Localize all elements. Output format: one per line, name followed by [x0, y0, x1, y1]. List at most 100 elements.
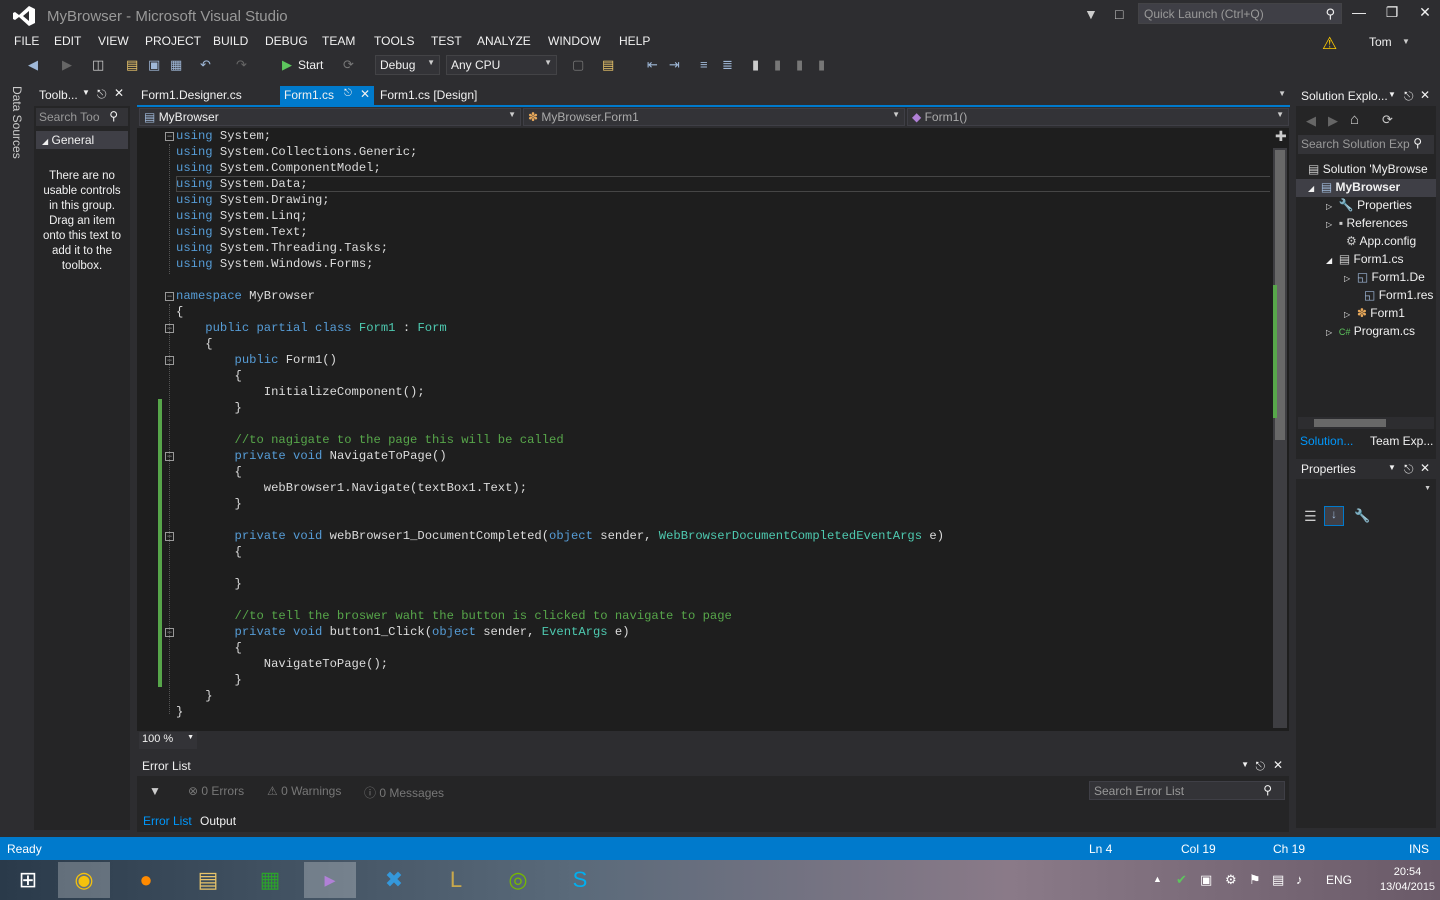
fold-toggle[interactable]: −: [165, 356, 174, 365]
minimize-button[interactable]: —: [1345, 4, 1373, 20]
chevron-down-icon[interactable]: ▼: [1402, 37, 1410, 46]
fold-toggle[interactable]: −: [165, 324, 174, 333]
redo-icon[interactable]: ↷: [236, 57, 247, 73]
tree-item-references[interactable]: ▷ ▪ References: [1326, 216, 1408, 230]
home-icon[interactable]: ⌂: [1350, 111, 1359, 128]
tray-app-icon[interactable]: ▣: [1200, 872, 1212, 888]
xamarin-icon[interactable]: ✖: [368, 862, 420, 898]
warnings-toggle[interactable]: ⚠ 0 Warnings: [267, 784, 341, 798]
close-icon[interactable]: ✕: [1420, 88, 1430, 102]
tray-settings-icon[interactable]: ⚙: [1225, 872, 1237, 888]
platform-select[interactable]: Any CPU ▼: [446, 55, 557, 75]
fold-toggle[interactable]: −: [165, 132, 174, 141]
save-icon[interactable]: ▣: [148, 57, 160, 73]
undo-icon[interactable]: ↶: [200, 57, 211, 73]
menu-build[interactable]: BUILD: [213, 34, 248, 48]
firefox-icon[interactable]: ●: [120, 862, 172, 898]
project-dropdown[interactable]: ▤ MyBrowser ▼: [139, 108, 521, 126]
close-icon[interactable]: ✕: [1420, 461, 1430, 475]
nvidia-icon[interactable]: ◎: [492, 862, 544, 898]
store-icon[interactable]: ▦: [244, 862, 296, 898]
align-right-icon[interactable]: ⇥: [669, 57, 680, 73]
warning-icon[interactable]: ⚠: [1322, 34, 1337, 54]
comment-icon[interactable]: ≡: [700, 57, 708, 72]
visual-studio-taskbar-icon[interactable]: ▸: [304, 862, 356, 898]
toolbox-search-input[interactable]: Search Too ⚲: [36, 108, 128, 126]
uncomment-icon[interactable]: ≣: [722, 57, 733, 73]
quick-launch-input[interactable]: Quick Launch (Ctrl+Q) ⚲: [1138, 3, 1342, 24]
close-icon[interactable]: ✕: [360, 87, 370, 101]
find-in-files-icon[interactable]: ▤: [602, 57, 614, 73]
pin-icon[interactable]: ⎋: [1404, 89, 1414, 104]
menu-window[interactable]: WINDOW: [548, 34, 601, 48]
forward-icon[interactable]: ▶: [1328, 113, 1338, 129]
prev-bookmark-icon[interactable]: ▮: [774, 57, 781, 73]
menu-test[interactable]: TEST: [431, 34, 462, 48]
start-button[interactable]: Start: [298, 58, 323, 72]
close-icon[interactable]: ✕: [114, 86, 124, 100]
fold-toggle[interactable]: −: [165, 452, 174, 461]
toolbox-group-general[interactable]: ◢ General: [36, 131, 128, 149]
config-select[interactable]: Debug ▼: [375, 55, 440, 75]
tab-solution-explorer[interactable]: Solution...: [1300, 434, 1353, 448]
align-left-icon[interactable]: ⇤: [647, 57, 658, 73]
property-pages-icon[interactable]: 🔧: [1354, 508, 1370, 524]
chevron-down-icon[interactable]: ▼: [1241, 760, 1249, 769]
tab-team-explorer[interactable]: Team Exp...: [1370, 434, 1433, 448]
chevron-down-icon[interactable]: ▼: [1388, 90, 1396, 99]
tab-form1-designer[interactable]: Form1.Designer.cs: [137, 86, 246, 105]
chrome-icon[interactable]: ◉: [58, 862, 110, 898]
close-icon[interactable]: ✕: [1273, 758, 1283, 772]
menu-file[interactable]: FILE: [14, 34, 39, 48]
pin-icon[interactable]: ⎋: [1404, 462, 1414, 477]
attach-icon[interactable]: ▢: [572, 57, 584, 73]
filter-icon[interactable]: ▼: [1084, 6, 1098, 22]
tree-item-form1-class[interactable]: ▷ ✽ Form1: [1344, 306, 1405, 320]
bookmark-icon[interactable]: ▮: [752, 57, 759, 73]
pin-icon[interactable]: ⎋: [344, 88, 352, 99]
pin-icon[interactable]: ⎋: [97, 87, 107, 102]
categorized-icon[interactable]: ☰: [1304, 508, 1317, 525]
volume-icon[interactable]: ♪: [1296, 872, 1303, 887]
solution-search-input[interactable]: Search Solution Exp ⚲: [1298, 135, 1434, 154]
user-name[interactable]: Tom: [1369, 35, 1392, 49]
start-icon[interactable]: ▶: [282, 57, 292, 73]
code-editor[interactable]: − − − − − − − using System; using System…: [137, 128, 1289, 731]
tab-output[interactable]: Output: [196, 812, 240, 830]
menu-tools[interactable]: TOOLS: [374, 34, 414, 48]
tab-list-chevron-icon[interactable]: ▼: [1278, 89, 1286, 98]
tree-item-solution[interactable]: ▤ Solution 'MyBrowse: [1308, 162, 1428, 176]
alphabetical-icon[interactable]: ↓: [1324, 506, 1344, 526]
errors-toggle[interactable]: ⊗ 0 Errors: [188, 784, 244, 798]
action-center-flag-icon[interactable]: ⚑: [1249, 872, 1261, 888]
tray-expand-icon[interactable]: ▲: [1153, 874, 1162, 884]
fold-toggle[interactable]: −: [165, 628, 174, 637]
open-file-icon[interactable]: ▤: [126, 57, 138, 73]
member-dropdown[interactable]: ◆ Form1() ▼: [907, 108, 1289, 126]
system-clock[interactable]: 20:54 13/04/2015: [1380, 865, 1435, 895]
back-icon[interactable]: ◀: [1306, 113, 1316, 129]
close-button[interactable]: ✕: [1411, 4, 1439, 21]
network-icon[interactable]: ▤: [1272, 872, 1284, 888]
tree-item-properties[interactable]: ▷ 🔧 Properties: [1326, 198, 1412, 212]
fold-toggle[interactable]: −: [165, 532, 174, 541]
tab-error-list[interactable]: Error List: [139, 812, 196, 830]
messages-toggle[interactable]: ⓘ 0 Messages: [364, 784, 444, 801]
filter-icon[interactable]: ▼: [149, 784, 161, 798]
tab-form1-cs[interactable]: Form1.cs ⎋ ✕: [280, 86, 374, 105]
save-all-icon[interactable]: ▦: [170, 57, 182, 73]
league-of-legends-icon[interactable]: L: [430, 862, 482, 898]
restore-button[interactable]: ❐: [1378, 4, 1406, 21]
error-list-search-input[interactable]: Search Error List ⚲: [1089, 781, 1285, 800]
forward-icon[interactable]: ▶: [62, 57, 72, 73]
split-icon[interactable]: ✚: [1275, 128, 1287, 145]
class-dropdown[interactable]: ✽ MyBrowser.Form1 ▼: [523, 108, 905, 126]
tree-item-program-cs[interactable]: ▷ C# Program.cs: [1326, 324, 1415, 338]
fold-toggle[interactable]: −: [165, 292, 174, 301]
security-icon[interactable]: ✔: [1176, 872, 1187, 888]
tree-item-form1-designer[interactable]: ▷ ◱ Form1.De: [1344, 270, 1425, 284]
menu-debug[interactable]: DEBUG: [265, 34, 308, 48]
menu-view[interactable]: VIEW: [98, 34, 129, 48]
next-bookmark-icon[interactable]: ▮: [796, 57, 803, 73]
menu-analyze[interactable]: ANALYZE: [477, 34, 531, 48]
